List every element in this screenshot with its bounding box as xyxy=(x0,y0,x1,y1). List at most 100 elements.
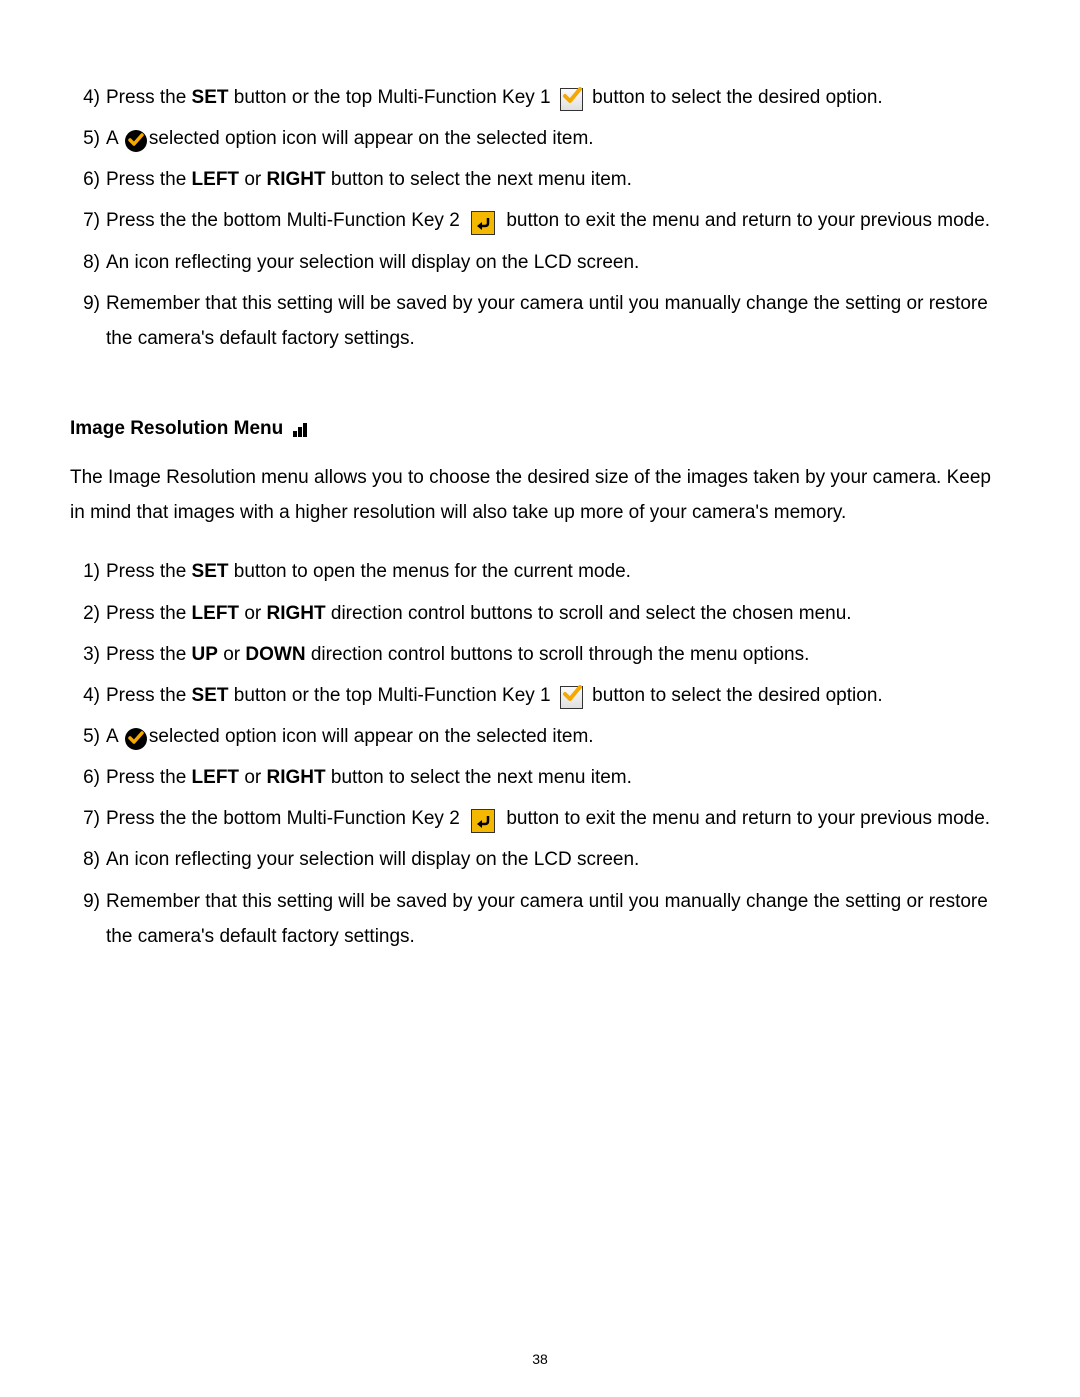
check-circle-icon xyxy=(125,728,147,750)
step-text: or xyxy=(239,603,266,624)
step-bold: DOWN xyxy=(245,644,305,665)
instruction-list-top: 4)Press the SET button or the top Multi-… xyxy=(70,80,1010,356)
section-description: The Image Resolution menu allows you to … xyxy=(70,460,1010,530)
list-content: Press the SET button or the top Multi-Fu… xyxy=(106,678,1010,713)
step-bold: LEFT xyxy=(192,603,240,624)
step-text: Remember that this setting will be saved… xyxy=(106,891,988,947)
step-text: button to select the next menu item. xyxy=(326,169,632,190)
list-item: 6)Press the LEFT or RIGHT button to sele… xyxy=(70,162,1010,197)
list-marker: 3) xyxy=(70,637,106,672)
step-text: Press the the bottom Multi-Function Key … xyxy=(106,808,465,829)
list-item: 9)Remember that this setting will be sav… xyxy=(70,286,1010,356)
list-marker: 6) xyxy=(70,760,106,795)
step-text: or xyxy=(239,767,266,788)
return-arrow-icon xyxy=(471,809,495,833)
section-title-text: Image Resolution Menu xyxy=(70,411,283,446)
list-marker: 9) xyxy=(70,884,106,919)
list-item: 7)Press the the bottom Multi-Function Ke… xyxy=(70,801,1010,836)
list-marker: 8) xyxy=(70,245,106,280)
page-number: 38 xyxy=(0,1351,1080,1367)
list-item: 4)Press the SET button or the top Multi-… xyxy=(70,80,1010,115)
resolution-icon xyxy=(293,421,309,437)
list-item: 1)Press the SET button to open the menus… xyxy=(70,554,1010,589)
list-marker: 4) xyxy=(70,678,106,713)
step-bold: LEFT xyxy=(192,767,240,788)
step-bold: UP xyxy=(192,644,218,665)
list-item: 7)Press the the bottom Multi-Function Ke… xyxy=(70,203,1010,238)
list-content: Press the UP or DOWN direction control b… xyxy=(106,637,1010,672)
step-bold: SET xyxy=(192,561,229,582)
step-text: button to select the next menu item. xyxy=(326,767,632,788)
step-text: Press the xyxy=(106,87,192,108)
list-item: 2)Press the LEFT or RIGHT direction cont… xyxy=(70,596,1010,631)
step-text: direction control buttons to scroll thro… xyxy=(306,644,810,665)
list-marker: 9) xyxy=(70,286,106,321)
step-text: Press the xyxy=(106,644,192,665)
list-item: 5)A selected option icon will appear on … xyxy=(70,719,1010,754)
step-text: or xyxy=(218,644,245,665)
step-text: Press the xyxy=(106,685,192,706)
step-text: Press the the bottom Multi-Function Key … xyxy=(106,210,465,231)
list-content: An icon reflecting your selection will d… xyxy=(106,245,1010,280)
list-marker: 5) xyxy=(70,719,106,754)
list-content: Press the SET button to open the menus f… xyxy=(106,554,1010,589)
list-item: 3)Press the UP or DOWN direction control… xyxy=(70,637,1010,672)
list-content: Remember that this setting will be saved… xyxy=(106,286,1010,356)
step-bold: LEFT xyxy=(192,169,240,190)
list-content: Press the LEFT or RIGHT button to select… xyxy=(106,760,1010,795)
step-text: button or the top Multi-Function Key 1 xyxy=(229,685,556,706)
step-text: button to select the desired option. xyxy=(587,685,883,706)
check-box-icon xyxy=(560,88,583,111)
list-marker: 7) xyxy=(70,801,106,836)
list-marker: 8) xyxy=(70,842,106,877)
list-marker: 7) xyxy=(70,203,106,238)
list-marker: 4) xyxy=(70,80,106,115)
list-content: A selected option icon will appear on th… xyxy=(106,719,1010,754)
step-text: button to open the menus for the current… xyxy=(229,561,631,582)
check-box-icon xyxy=(560,686,583,709)
list-marker: 5) xyxy=(70,121,106,156)
list-content: Press the SET button or the top Multi-Fu… xyxy=(106,80,1010,115)
list-content: Remember that this setting will be saved… xyxy=(106,884,1010,954)
list-content: Press the the bottom Multi-Function Key … xyxy=(106,801,1010,836)
list-item: 4)Press the SET button or the top Multi-… xyxy=(70,678,1010,713)
step-text: Press the xyxy=(106,169,192,190)
step-text: direction control buttons to scroll and … xyxy=(326,603,852,624)
step-text: A xyxy=(106,128,123,149)
list-marker: 6) xyxy=(70,162,106,197)
step-text: button to exit the menu and return to yo… xyxy=(501,210,990,231)
step-bold: RIGHT xyxy=(267,767,326,788)
instruction-list-bottom: 1)Press the SET button to open the menus… xyxy=(70,554,1010,953)
step-bold: SET xyxy=(192,87,229,108)
step-text: button to select the desired option. xyxy=(587,87,883,108)
step-bold: RIGHT xyxy=(267,169,326,190)
step-text: Press the xyxy=(106,767,192,788)
list-content: Press the LEFT or RIGHT button to select… xyxy=(106,162,1010,197)
step-text: selected option icon will appear on the … xyxy=(149,726,594,747)
step-text: button to exit the menu and return to yo… xyxy=(501,808,990,829)
step-text: button or the top Multi-Function Key 1 xyxy=(229,87,556,108)
list-marker: 2) xyxy=(70,596,106,631)
step-bold: RIGHT xyxy=(267,603,326,624)
list-content: Press the the bottom Multi-Function Key … xyxy=(106,203,1010,238)
list-item: 8)An icon reflecting your selection will… xyxy=(70,245,1010,280)
return-arrow-icon xyxy=(471,211,495,235)
step-text: Press the xyxy=(106,603,192,624)
section-heading: Image Resolution Menu xyxy=(70,411,1010,446)
step-text: or xyxy=(239,169,266,190)
list-marker: 1) xyxy=(70,554,106,589)
step-text: Remember that this setting will be saved… xyxy=(106,293,988,349)
step-bold: SET xyxy=(192,685,229,706)
step-text: An icon reflecting your selection will d… xyxy=(106,849,639,870)
list-item: 8)An icon reflecting your selection will… xyxy=(70,842,1010,877)
step-text: A xyxy=(106,726,123,747)
page-content: 4)Press the SET button or the top Multi-… xyxy=(0,0,1080,1000)
step-text: Press the xyxy=(106,561,192,582)
list-item: 6)Press the LEFT or RIGHT button to sele… xyxy=(70,760,1010,795)
step-text: selected option icon will appear on the … xyxy=(149,128,594,149)
list-content: Press the LEFT or RIGHT direction contro… xyxy=(106,596,1010,631)
list-content: An icon reflecting your selection will d… xyxy=(106,842,1010,877)
list-content: A selected option icon will appear on th… xyxy=(106,121,1010,156)
list-item: 9)Remember that this setting will be sav… xyxy=(70,884,1010,954)
list-item: 5)A selected option icon will appear on … xyxy=(70,121,1010,156)
